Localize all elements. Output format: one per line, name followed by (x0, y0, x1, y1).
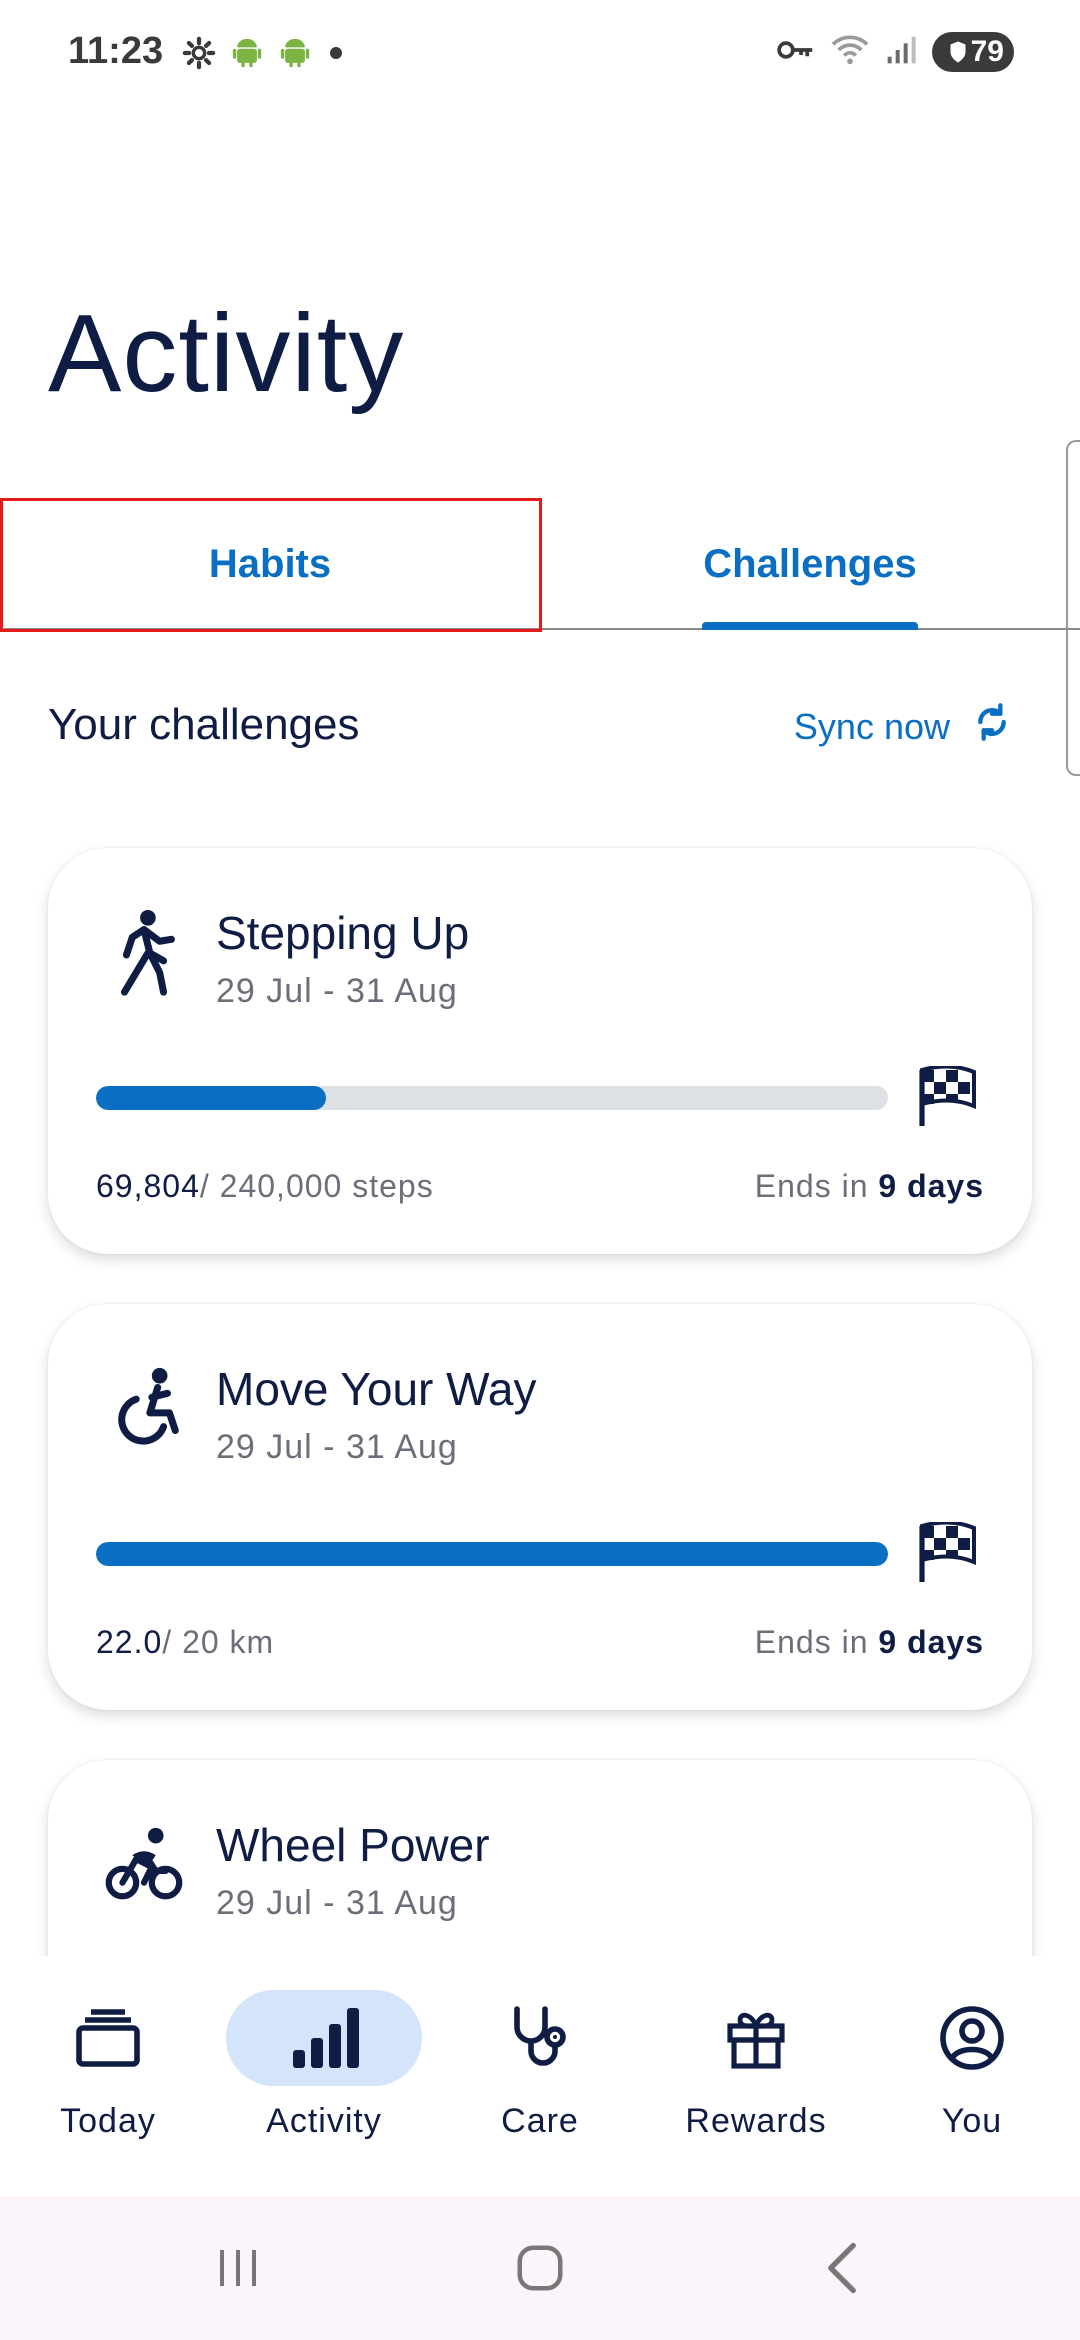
challenge-progress-bar (96, 1086, 888, 1110)
sync-now-button[interactable]: Sync now (794, 702, 1012, 751)
challenge-dates: 29 Jul - 31 Aug (216, 1428, 458, 1466)
tab-selected-indicator (702, 622, 918, 630)
challenge-title: Wheel Power (216, 1819, 490, 1871)
ends-value: 9 days (878, 1624, 984, 1660)
page-title: Activity (48, 292, 405, 415)
gear-icon (182, 36, 216, 75)
bottom-navigation: Today Activity Care Rewards You (0, 1956, 1080, 2196)
challenge-card-move-your-way[interactable]: Move Your Way 29 Jul - 31 Aug 22.0/ 20 k… (48, 1304, 1032, 1710)
challenge-progress-text: 69,804/ 240,000 steps (96, 1168, 434, 1205)
cyclist-icon (104, 1820, 184, 1910)
progress-value: 69,804 (96, 1168, 200, 1204)
nav-label: Rewards (685, 2102, 827, 2140)
android-icon (230, 36, 264, 75)
progress-total: / 20 km (162, 1624, 275, 1660)
status-right-icons: 79 (776, 32, 1014, 72)
sync-now-label: Sync now (793, 705, 950, 747)
ends-prefix: Ends in (754, 1168, 869, 1204)
walking-person-icon (104, 908, 184, 998)
section-title: Your challenges (48, 700, 360, 749)
system-navigation-bar (0, 2196, 1080, 2340)
battery-level: 79 (970, 35, 1004, 68)
dot-icon (326, 43, 346, 68)
challenge-dates: 29 Jul - 31 Aug (216, 1884, 458, 1922)
back-icon[interactable] (802, 2236, 882, 2300)
challenge-dates: 29 Jul - 31 Aug (216, 972, 458, 1010)
stacked-cards-icon (10, 1990, 206, 2086)
battery-icon: 79 (932, 32, 1014, 72)
stethoscope-icon (442, 1990, 638, 2086)
tab-bar: Habits Challenges (0, 500, 1080, 630)
bar-chart-icon (226, 1990, 422, 2086)
tab-challenges[interactable]: Challenges (540, 500, 1080, 628)
signal-icon (884, 34, 918, 71)
checkered-flag-icon (916, 1520, 980, 1584)
key-icon (776, 35, 816, 70)
status-left-icons (182, 36, 346, 75)
status-bar: 11:23 79 (0, 0, 1080, 88)
nav-item-rewards[interactable]: Rewards (648, 1956, 864, 2196)
person-circle-icon (874, 1990, 1070, 2086)
app-screen: 11:23 79 Activity Habits Challenges Your… (0, 0, 1080, 2340)
wheelchair-icon (104, 1364, 184, 1454)
nav-label: Care (501, 2102, 579, 2140)
nav-label: Activity (266, 2102, 382, 2140)
status-time: 11:23 (68, 30, 164, 72)
ends-value: 9 days (878, 1168, 984, 1204)
sync-icon (972, 702, 1012, 751)
nav-item-activity[interactable]: Activity (216, 1956, 432, 2196)
challenge-ends: Ends in 9 days (755, 1624, 984, 1661)
challenge-title: Move Your Way (216, 1363, 537, 1415)
nav-label: You (941, 2102, 1003, 2140)
nav-item-today[interactable]: Today (0, 1956, 216, 2196)
progress-value: 22.0 (96, 1624, 163, 1660)
nav-item-you[interactable]: You (864, 1956, 1080, 2196)
home-icon[interactable] (500, 2236, 580, 2300)
nav-label: Today (60, 2102, 156, 2140)
tab-habits[interactable]: Habits (0, 500, 540, 628)
challenge-card-stepping-up[interactable]: Stepping Up 29 Jul - 31 Aug 69,804/ 240,… (48, 848, 1032, 1254)
android-icon (278, 36, 312, 75)
ends-prefix: Ends in (754, 1624, 869, 1660)
progress-total: / 240,000 steps (199, 1168, 434, 1204)
progress-fill (96, 1542, 888, 1566)
challenge-progress-bar (96, 1542, 888, 1566)
gift-icon (658, 1990, 854, 2086)
challenge-title: Stepping Up (216, 907, 470, 959)
wifi-icon (830, 33, 870, 72)
nav-item-care[interactable]: Care (432, 1956, 648, 2196)
challenge-ends: Ends in 9 days (755, 1168, 984, 1205)
recent-apps-icon[interactable] (198, 2236, 278, 2300)
checkered-flag-icon (916, 1064, 980, 1128)
progress-fill (96, 1086, 326, 1110)
challenge-progress-text: 22.0/ 20 km (96, 1624, 274, 1661)
